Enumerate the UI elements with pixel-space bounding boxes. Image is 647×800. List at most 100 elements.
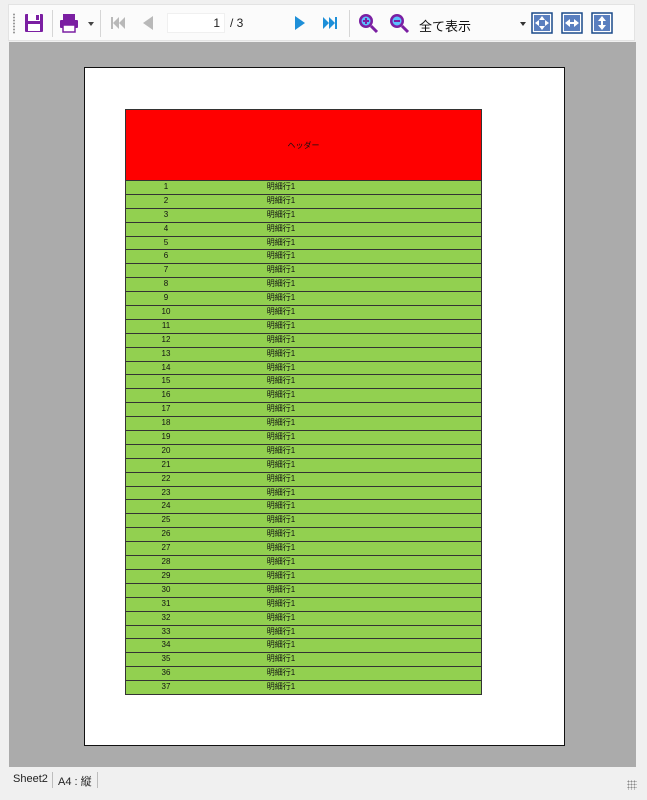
row-label: 明細行1 [266, 668, 296, 678]
row-number: 8 [163, 279, 169, 289]
row-number: 36 [161, 668, 171, 678]
row-number: 34 [161, 640, 171, 650]
row-number: 3 [163, 209, 169, 219]
row-number: 23 [161, 487, 171, 497]
table-row: 16 明細行1 [125, 389, 482, 404]
row-label: 明細行1 [266, 223, 296, 233]
table-row: 29 明細行1 [125, 569, 482, 584]
row-label: 明細行1 [266, 473, 296, 483]
row-number: 29 [161, 570, 171, 580]
row-number: 1 [163, 182, 169, 191]
row-label: 明細行1 [266, 293, 296, 303]
table-row: 8 明細行1 [125, 278, 482, 293]
table-row: 27 明細行1 [125, 542, 482, 557]
zoom-out-button[interactable] [386, 10, 412, 36]
row-label: 明細行1 [266, 195, 296, 205]
row-number: 37 [161, 682, 171, 692]
table-row: 33 明細行1 [125, 625, 482, 640]
save-icon [25, 14, 43, 32]
table-row: 17 明細行1 [125, 403, 482, 418]
table-row: 28 明細行1 [125, 556, 482, 570]
fit-page-button[interactable] [529, 10, 555, 36]
row-label: 明細行1 [266, 418, 296, 428]
table-row: 30 明細行1 [125, 583, 482, 598]
toolbar-grip[interactable] [13, 13, 15, 34]
row-number: 13 [161, 348, 171, 358]
table-row: 12 明細行1 [125, 333, 482, 348]
row-label: 明細行1 [266, 320, 296, 330]
row-number: 5 [163, 237, 169, 247]
toolbar-separator [100, 10, 101, 37]
row-label: 明細行1 [266, 584, 296, 594]
table-row: 1 明細行1 [125, 181, 482, 195]
row-label: 明細行1 [266, 362, 296, 372]
row-number: 33 [161, 626, 171, 636]
row-label: 明細行1 [266, 445, 296, 455]
row-number: 17 [161, 404, 171, 414]
row-label: 明細行1 [266, 501, 296, 511]
table-row: 7 明細行1 [125, 264, 482, 279]
row-number: 25 [161, 515, 171, 525]
zoom-select-value: 全て表示 [419, 19, 472, 34]
first-page-icon [111, 17, 125, 29]
table-row: 23 明細行1 [125, 486, 482, 501]
row-label: 明細行1 [266, 529, 296, 539]
row-label: 明細行1 [266, 432, 296, 442]
row-number: 16 [161, 390, 171, 400]
row-number: 4 [163, 223, 169, 233]
table-row: 2 明細行1 [125, 194, 482, 209]
row-label: 明細行1 [266, 626, 296, 636]
row-number: 6 [163, 251, 169, 261]
row-number: 15 [161, 376, 171, 386]
print-button[interactable] [56, 10, 82, 36]
row-number: 21 [161, 459, 171, 469]
row-number: 24 [161, 501, 171, 511]
row-number: 30 [161, 584, 171, 594]
preview-viewport[interactable]: ヘッダー 1 明細行1 2 明細行1 3 明細行1 4 明細行1 5 明細行1 6 明細行1 7 明細行1… [9, 42, 636, 767]
row-label: 明細行1 [266, 459, 296, 469]
row-number: 26 [161, 529, 171, 539]
zoom-select[interactable]: 全て表示 [416, 12, 528, 34]
table-row: 22 明細行1 [125, 472, 482, 487]
table-row: 37 明細行1 [125, 681, 482, 695]
row-number: 20 [161, 445, 171, 455]
row-number: 35 [161, 654, 171, 664]
row-label: 明細行1 [266, 487, 296, 497]
row-number: 2 [163, 195, 169, 205]
table-row: 5 明細行1 [125, 236, 482, 251]
table-row: 10 明細行1 [125, 306, 482, 320]
row-label: 明細行1 [266, 182, 296, 191]
print-dropdown-arrow[interactable] [88, 22, 94, 26]
row-number: 27 [161, 543, 171, 553]
fit-width-button[interactable] [559, 10, 585, 36]
row-label: 明細行1 [266, 265, 296, 275]
sheet-table: ヘッダー 1 明細行1 2 明細行1 3 明細行1 4 明細行1 5 明細行1 6 明細行1 7 明細行1… [125, 109, 482, 695]
next-page-button[interactable] [287, 10, 313, 36]
table-row: 20 明細行1 [125, 444, 482, 459]
status-separator [97, 772, 98, 788]
resize-grip[interactable] [627, 780, 637, 790]
row-label: 明細行1 [266, 209, 296, 219]
row-number: 9 [163, 293, 169, 303]
header-cell: ヘッダー [125, 109, 482, 181]
last-page-button[interactable] [317, 10, 343, 36]
save-button[interactable] [21, 10, 47, 36]
toolbar-separator [349, 10, 350, 37]
page-number-input[interactable] [167, 13, 225, 33]
status-paper-size: A4 : 縦 [58, 776, 92, 788]
fit-height-button[interactable] [589, 10, 615, 36]
row-label: 明細行1 [266, 251, 296, 261]
table-row: 24 明細行1 [125, 500, 482, 515]
first-page-button[interactable] [105, 10, 131, 36]
fit-width-icon [561, 12, 583, 34]
row-label: 明細行1 [266, 557, 296, 567]
prev-page-button[interactable] [135, 10, 161, 36]
table-row: 26 明細行1 [125, 528, 482, 543]
table-row: 32 明細行1 [125, 611, 482, 626]
fit-page-icon [531, 12, 553, 34]
table-row: 31 明細行1 [125, 597, 482, 612]
row-number: 10 [161, 307, 171, 317]
table-row: 6 明細行1 [125, 250, 482, 265]
zoom-in-button[interactable] [355, 10, 381, 36]
row-label: 明細行1 [266, 348, 296, 358]
